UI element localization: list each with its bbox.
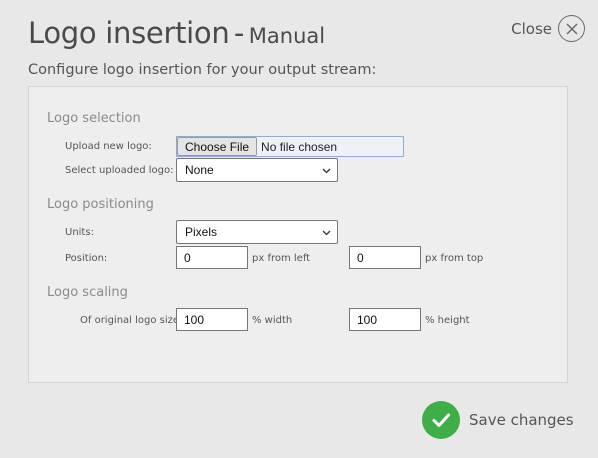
checkmark-icon[interactable] [422, 401, 460, 439]
position-label: Position: [65, 253, 108, 264]
position-x-unit: px from left [252, 253, 311, 264]
close-label: Close [511, 19, 552, 38]
title-separator: - [233, 16, 245, 50]
save-changes-label: Save changes [469, 411, 574, 429]
chevron-down-icon [322, 230, 331, 236]
section-title-scaling: Logo scaling [47, 285, 128, 300]
upload-logo-label: Upload new logo: [65, 141, 152, 152]
section-title-selection: Logo selection [47, 111, 141, 126]
scale-width-input[interactable]: 100 [176, 308, 248, 331]
select-logo-label: Select uploaded logo: [65, 165, 174, 176]
choose-file-button[interactable]: Choose File [177, 137, 258, 156]
file-input[interactable]: Choose File No file chosen [176, 136, 404, 157]
position-y-unit: px from top [425, 253, 484, 264]
close-icon[interactable] [558, 15, 585, 42]
units-label: Units: [65, 227, 94, 238]
close-button[interactable]: Close [511, 15, 585, 42]
position-x-input[interactable]: 0 [176, 246, 248, 269]
uploaded-logo-select[interactable]: None [176, 158, 338, 182]
file-status: No file chosen [261, 139, 338, 154]
units-select[interactable]: Pixels [176, 220, 338, 244]
page-subtitle: Configure logo insertion for your output… [28, 62, 377, 78]
units-value: Pixels [185, 225, 218, 239]
scale-width-unit: % width [252, 315, 293, 326]
save-changes-button[interactable]: Save changes [422, 401, 574, 439]
section-title-positioning: Logo positioning [47, 197, 154, 212]
scale-height-unit: % height [425, 315, 470, 326]
scale-label: Of original logo size: [80, 315, 183, 326]
page-title: Logo insertion - Manual [28, 16, 325, 50]
scale-height-input[interactable]: 100 [349, 308, 421, 331]
position-y-input[interactable]: 0 [349, 246, 421, 269]
uploaded-logo-value: None [185, 163, 214, 177]
title-mode: Manual [248, 24, 326, 48]
chevron-down-icon [322, 168, 331, 174]
title-text: Logo insertion [28, 16, 230, 50]
settings-panel: Logo selection Upload new logo: Choose F… [28, 86, 568, 383]
